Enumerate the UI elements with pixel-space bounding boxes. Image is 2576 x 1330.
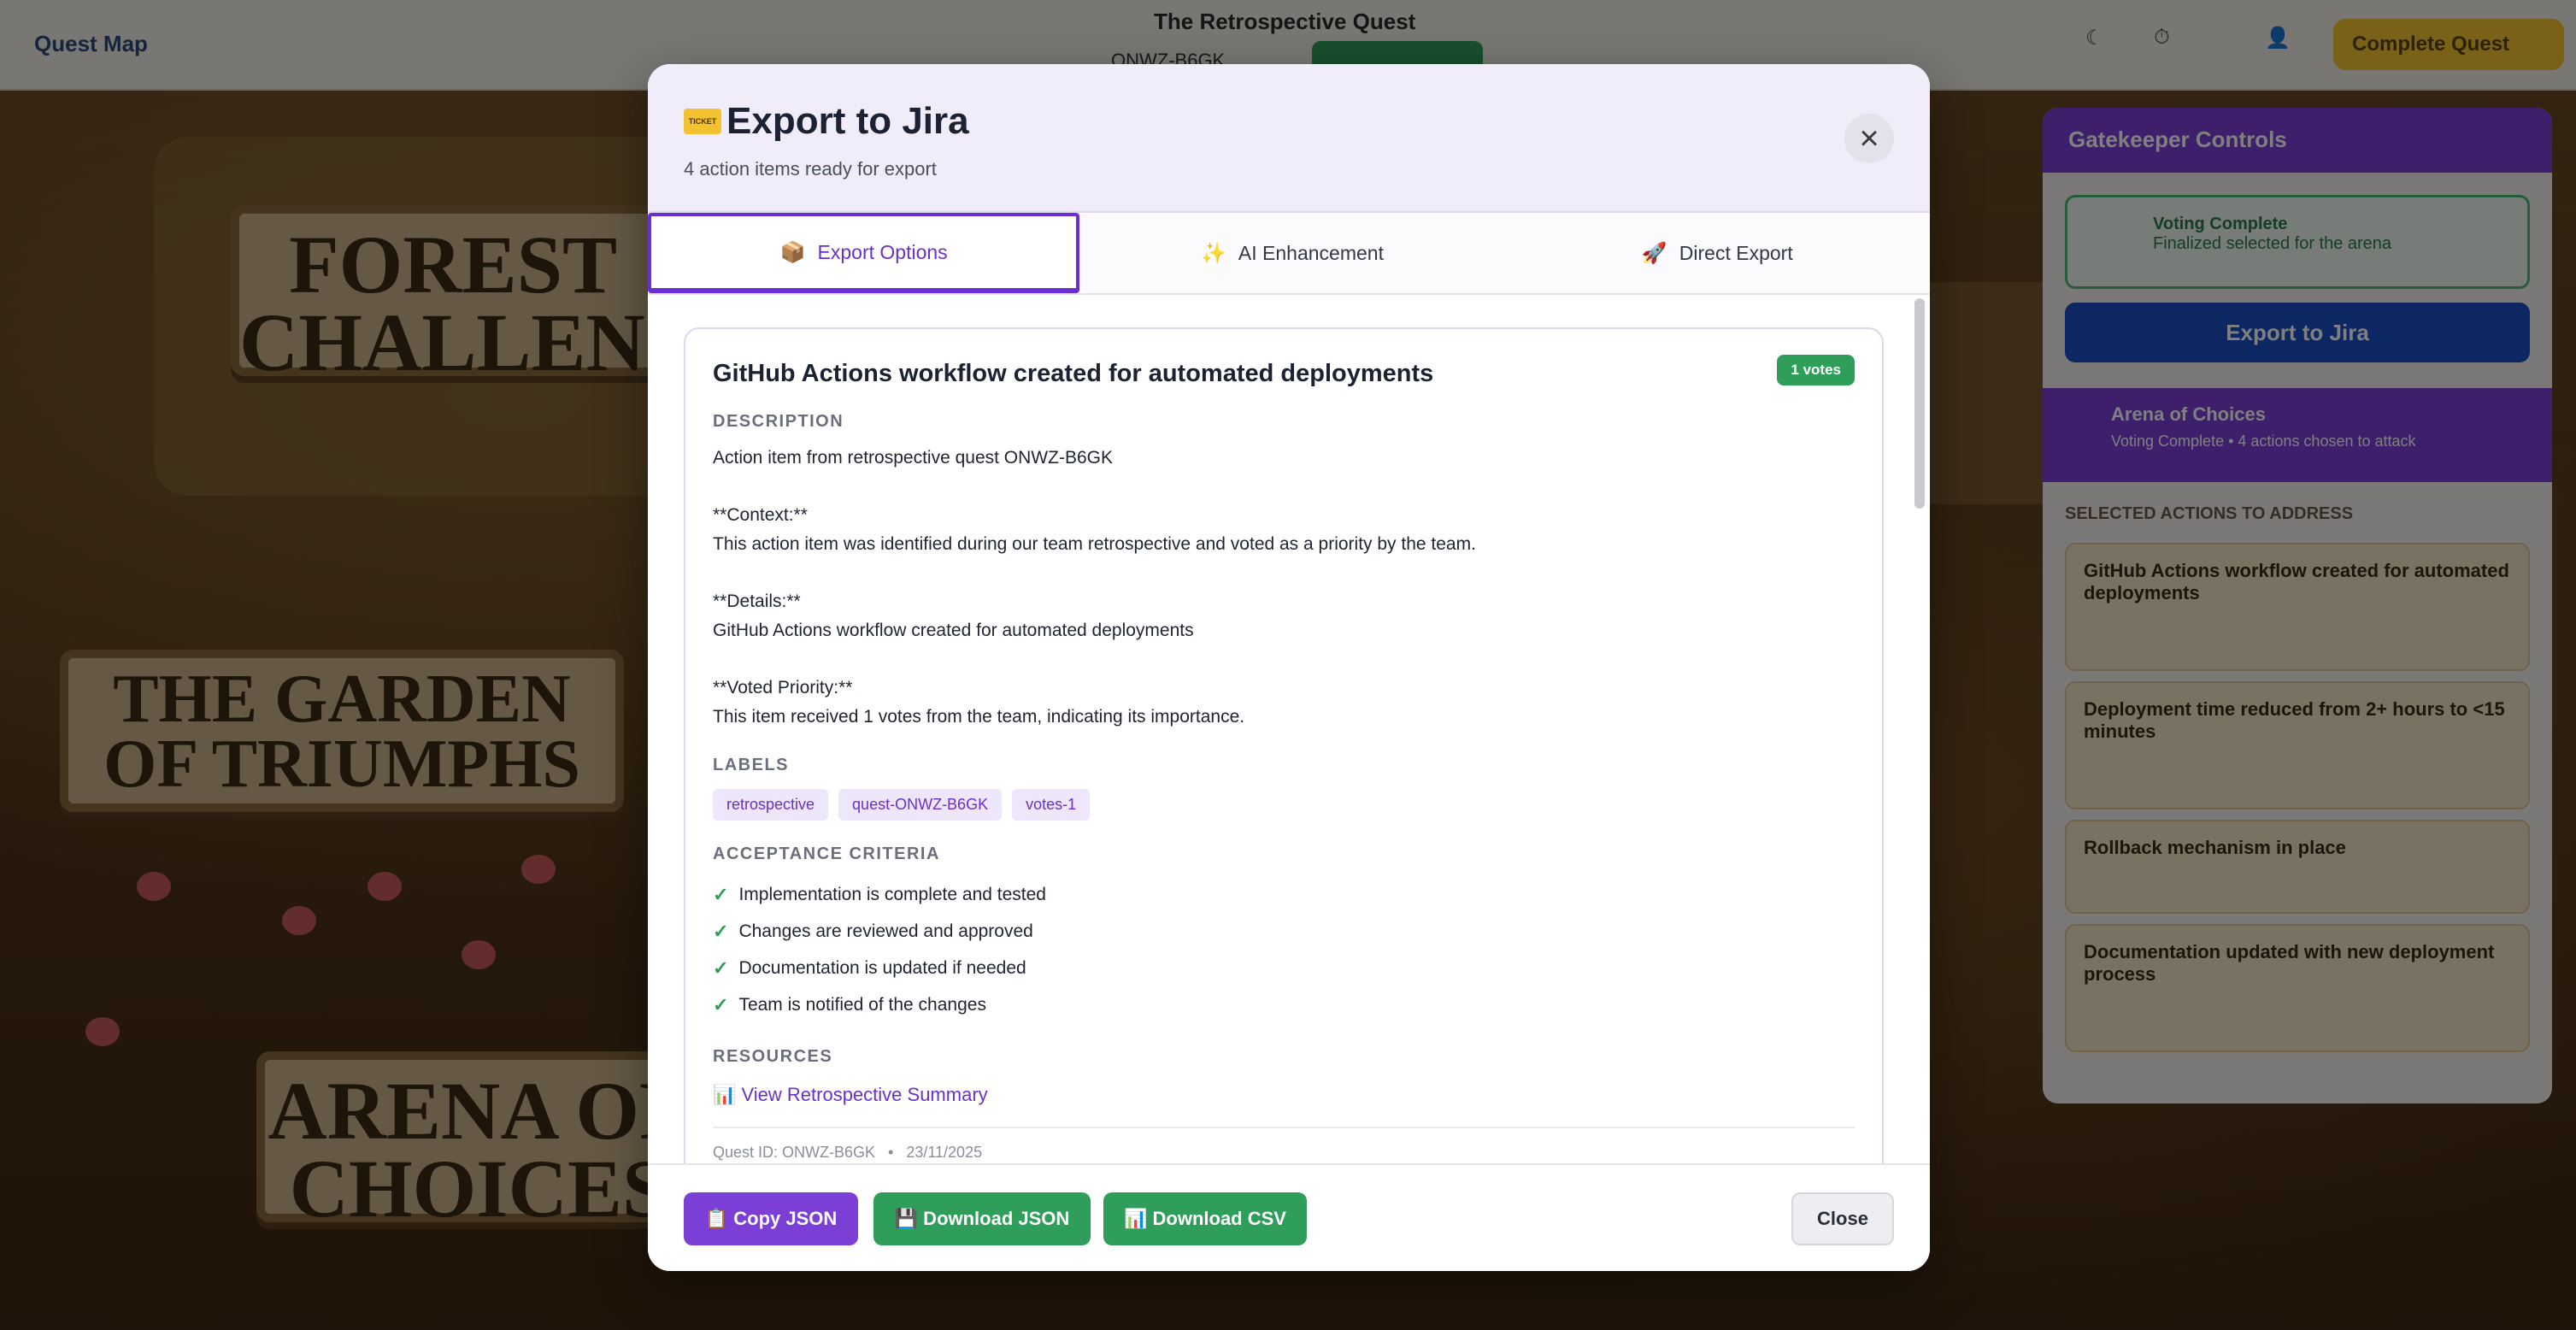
description-text: Action item from retrospective quest ONW…	[713, 444, 1855, 732]
modal-content[interactable]: GitHub Actions workflow created for auto…	[648, 295, 1930, 1163]
tab-label: Direct Export	[1679, 241, 1793, 264]
modal-title-text: Export to Jira	[726, 100, 969, 142]
retrospective-summary-link[interactable]: 📊 View Retrospective Summary	[713, 1084, 1855, 1106]
download-csv-button[interactable]: 📊 Download CSV	[1103, 1192, 1307, 1245]
tab-direct-export[interactable]: 🚀 Direct Export	[1505, 213, 1930, 293]
criteria-text: Team is notified of the changes	[738, 994, 986, 1015]
criteria-list: ✓ Implementation is complete and tested ✓…	[713, 876, 1855, 1023]
resources-label: RESOURCES	[713, 1047, 833, 1066]
modal-footer: 📋 Copy JSON 💾 Download JSON 📊 Download C…	[648, 1163, 1930, 1271]
export-jira-modal: TICKET Export to Jira 4 action items rea…	[648, 64, 1930, 1271]
label-list: retrospective quest-ONWZ-B6GK votes-1	[713, 789, 1855, 821]
criteria-item: ✓ Changes are reviewed and approved	[713, 913, 1855, 950]
check-icon: ✓	[713, 883, 729, 905]
criteria-item: ✓ Implementation is complete and tested	[713, 876, 1855, 913]
action-item-title: GitHub Actions workflow created for auto…	[713, 360, 1434, 387]
modal-title: TICKET Export to Jira	[684, 100, 1894, 143]
copy-json-button[interactable]: 📋 Copy JSON	[684, 1192, 858, 1245]
criteria-item: ✓ Team is notified of the changes	[713, 986, 1855, 1023]
tab-export-options[interactable]: 📦 Export Options	[648, 213, 1080, 293]
label-chip: retrospective	[713, 789, 829, 821]
desc-line: **Voted Priority:**	[713, 678, 853, 697]
criteria-text: Changes are reviewed and approved	[738, 921, 1033, 941]
desc-line: GitHub Actions workflow created for auto…	[713, 621, 1194, 640]
scrollbar[interactable]	[1914, 298, 1925, 509]
sparkles-icon: ✨	[1201, 241, 1226, 265]
desc-line: **Context:**	[713, 505, 808, 525]
quest-meta: Quest ID: ONWZ-B6GK • 23/11/2025	[713, 1144, 983, 1161]
action-item-card: GitHub Actions workflow created for auto…	[684, 327, 1884, 1163]
tab-ai-enhancement[interactable]: ✨ AI Enhancement	[1079, 213, 1504, 293]
criteria-label: ACCEPTANCE CRITERIA	[713, 844, 940, 863]
label-chip: votes-1	[1012, 789, 1091, 821]
criteria-text: Documentation is updated if needed	[738, 957, 1026, 978]
desc-line: This item received 1 votes from the team…	[713, 707, 1245, 727]
close-button[interactable]: Close	[1791, 1192, 1894, 1245]
package-icon: 📦	[779, 240, 806, 264]
divider	[713, 1127, 1855, 1128]
modal-tabs: 📦 Export Options ✨ AI Enhancement 🚀 Dire…	[648, 213, 1930, 295]
criteria-item: ✓ Documentation is updated if needed	[713, 950, 1855, 986]
criteria-text: Implementation is complete and tested	[738, 884, 1046, 904]
labels-label: LABELS	[713, 756, 789, 774]
tab-label: AI Enhancement	[1238, 241, 1384, 264]
votes-badge: 1 votes	[1777, 355, 1855, 385]
close-icon[interactable]: ×	[1844, 114, 1894, 163]
rocket-icon: 🚀	[1641, 241, 1667, 265]
modal-header: TICKET Export to Jira 4 action items rea…	[648, 64, 1930, 213]
label-chip: quest-ONWZ-B6GK	[838, 789, 1003, 821]
desc-line: This action item was identified during o…	[713, 534, 1476, 554]
ticket-icon: TICKET	[684, 109, 721, 134]
check-icon: ✓	[713, 920, 729, 942]
check-icon: ✓	[713, 956, 729, 979]
check-icon: ✓	[713, 993, 729, 1015]
tab-label: Export Options	[817, 240, 948, 263]
download-json-button[interactable]: 💾 Download JSON	[873, 1192, 1091, 1245]
description-label: DESCRIPTION	[713, 412, 844, 431]
modal-subtitle: 4 action items ready for export	[684, 158, 937, 179]
desc-line: Action item from retrospective quest ONW…	[713, 448, 1113, 468]
desc-line: **Details:**	[713, 591, 801, 611]
